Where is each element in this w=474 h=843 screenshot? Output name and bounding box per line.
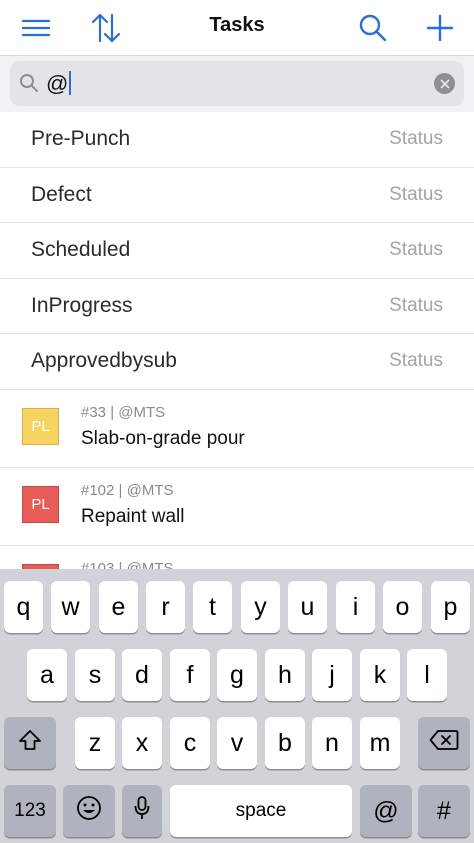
task-name: Repaint wall bbox=[81, 506, 185, 527]
status-name: InProgress bbox=[31, 293, 133, 317]
key-q[interactable]: q bbox=[4, 581, 43, 633]
key-e[interactable]: e bbox=[99, 581, 138, 633]
key-h[interactable]: h bbox=[265, 649, 305, 701]
status-type-label: Status bbox=[389, 128, 443, 149]
key-n[interactable]: n bbox=[312, 717, 352, 769]
task-type-badge: PL bbox=[22, 486, 59, 523]
key-p[interactable]: p bbox=[431, 581, 470, 633]
status-name: Pre-Punch bbox=[31, 127, 131, 150]
key-c[interactable]: c bbox=[170, 717, 210, 769]
key-a[interactable]: a bbox=[27, 649, 67, 701]
task-meta: #102 | @MTS bbox=[81, 482, 174, 499]
status-type-label: Status bbox=[389, 239, 443, 261]
key-j[interactable]: j bbox=[312, 649, 352, 701]
key-x[interactable]: x bbox=[122, 717, 162, 769]
key-y[interactable]: y bbox=[241, 581, 280, 633]
status-name: Scheduled bbox=[31, 238, 131, 262]
shift-icon bbox=[18, 729, 42, 758]
magnifier-icon bbox=[19, 73, 39, 98]
at-key[interactable]: @ bbox=[360, 785, 412, 837]
search-input[interactable]: @ bbox=[10, 61, 464, 106]
key-l[interactable]: l bbox=[407, 649, 447, 701]
key-z[interactable]: z bbox=[75, 717, 115, 769]
key-v[interactable]: v bbox=[217, 717, 257, 769]
key-i[interactable]: i bbox=[336, 581, 375, 633]
shift-key[interactable] bbox=[4, 717, 56, 769]
clear-icon[interactable] bbox=[434, 73, 455, 94]
on-screen-keyboard: q w e r t y u i o p a s d f g h j k l z … bbox=[0, 569, 474, 843]
status-suggestion-list: Pre-Punch Status Defect Status Scheduled… bbox=[0, 112, 474, 390]
delete-key[interactable] bbox=[418, 717, 470, 769]
status-type-label: Status bbox=[389, 350, 443, 372]
space-key[interactable]: space bbox=[170, 785, 352, 837]
search-bar: @ bbox=[0, 56, 474, 112]
text-caret bbox=[69, 71, 72, 95]
key-g[interactable]: g bbox=[217, 649, 257, 701]
emoji-key[interactable] bbox=[63, 785, 115, 837]
search-icon[interactable] bbox=[351, 8, 395, 48]
emoji-icon bbox=[76, 795, 102, 828]
hash-key[interactable]: # bbox=[418, 785, 470, 837]
status-name: Defect bbox=[31, 182, 92, 206]
task-row[interactable]: PL #33 | @MTS Slab-on-grade pour bbox=[0, 390, 474, 468]
key-r[interactable]: r bbox=[146, 581, 185, 633]
status-type-label: Status bbox=[389, 294, 443, 316]
task-name: Slab-on-grade pour bbox=[81, 428, 245, 449]
nav-bar: Tasks bbox=[0, 0, 474, 56]
key-t[interactable]: t bbox=[193, 581, 232, 633]
key-u[interactable]: u bbox=[288, 581, 327, 633]
key-d[interactable]: d bbox=[122, 649, 162, 701]
task-meta: #33 | @MTS bbox=[81, 404, 166, 421]
key-w[interactable]: w bbox=[51, 581, 90, 633]
key-m[interactable]: m bbox=[360, 717, 400, 769]
key-b[interactable]: b bbox=[265, 717, 305, 769]
page-title: Tasks bbox=[209, 14, 265, 36]
key-f[interactable]: f bbox=[170, 649, 210, 701]
list-item[interactable]: Defect Status bbox=[0, 168, 474, 224]
dictation-key[interactable] bbox=[122, 785, 162, 837]
list-item[interactable]: InProgress Status bbox=[0, 279, 474, 335]
task-type-badge: PL bbox=[22, 408, 59, 445]
key-s[interactable]: s bbox=[75, 649, 115, 701]
list-item[interactable]: Pre-Punch Status bbox=[0, 112, 474, 168]
status-type-label: Status bbox=[389, 183, 443, 205]
backspace-icon bbox=[429, 729, 459, 758]
list-item[interactable]: Scheduled Status bbox=[0, 223, 474, 279]
task-row[interactable]: PL #102 | @MTS Repaint wall bbox=[0, 468, 474, 546]
microphone-icon bbox=[134, 795, 150, 828]
add-icon[interactable] bbox=[418, 8, 462, 48]
key-o[interactable]: o bbox=[383, 581, 422, 633]
key-k[interactable]: k bbox=[360, 649, 400, 701]
list-item[interactable]: Approvedbysub Status bbox=[0, 334, 474, 390]
status-name: Approvedbysub bbox=[31, 349, 177, 373]
search-query: @ bbox=[46, 71, 72, 97]
numbers-key[interactable]: 123 bbox=[4, 785, 56, 837]
